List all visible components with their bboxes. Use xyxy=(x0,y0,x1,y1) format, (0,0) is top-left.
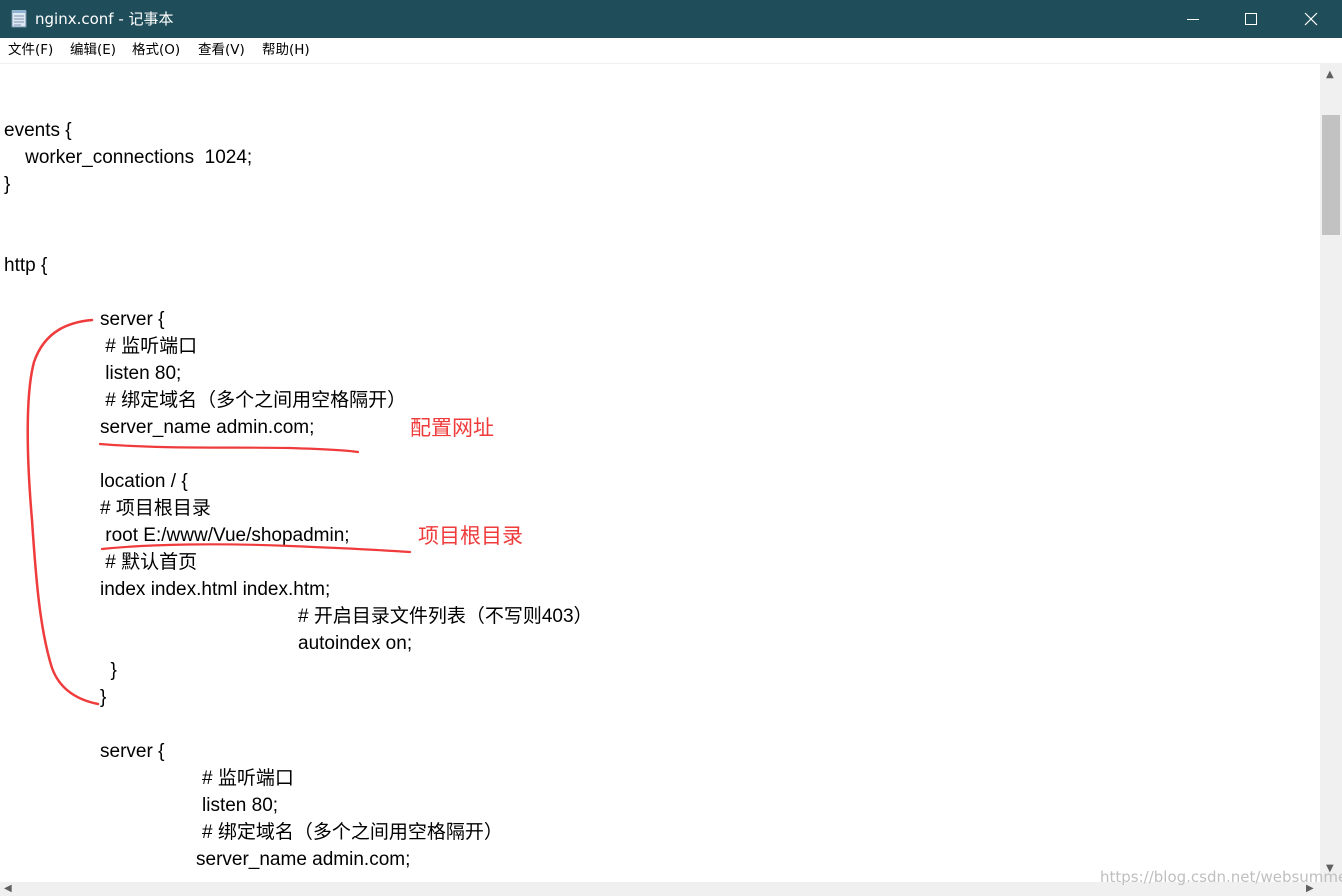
code-line: # 项目根目录 xyxy=(100,498,211,519)
text-editor[interactable]: events { worker_connections 1024; } http… xyxy=(0,64,1320,882)
code-line: # 绑定域名（多个之间用空格隔开） xyxy=(100,390,407,411)
scroll-up-icon[interactable]: ▲ xyxy=(1326,68,1334,82)
menu-format[interactable]: 格式(O) xyxy=(132,41,180,60)
code-line: listen 80; xyxy=(202,795,279,816)
code-line: listen 80; xyxy=(100,363,182,384)
close-icon xyxy=(1304,12,1318,26)
watermark: https://blog.csdn.net/websummer xyxy=(1100,868,1342,886)
code-line: } xyxy=(4,174,11,195)
annotation-root-label: 项目根目录 xyxy=(418,524,523,548)
code-line: index index.html index.htm; xyxy=(100,579,331,600)
code-line: worker_connections 1024; xyxy=(4,147,253,168)
code-line: http { xyxy=(4,255,48,276)
code-line: } xyxy=(100,687,107,708)
maximize-button[interactable] xyxy=(1222,0,1280,38)
annotation-site-label: 配置网址 xyxy=(410,416,494,440)
code-line: } xyxy=(100,660,117,681)
menu-view[interactable]: 查看(V) xyxy=(198,41,245,60)
code-line: # 绑定域名（多个之间用空格隔开） xyxy=(202,822,503,843)
maximize-icon xyxy=(1245,13,1257,25)
menu-bar: 文件(F) 编辑(E) 格式(O) 查看(V) 帮助(H) xyxy=(0,38,1342,64)
code-line: server { xyxy=(100,309,165,330)
code-line: server_name admin.com; xyxy=(100,417,315,438)
code-line: server_name admin.com; xyxy=(196,849,411,870)
notepad-icon xyxy=(11,9,27,28)
code-line: location / { xyxy=(100,471,188,492)
window-title: nginx.conf - 记事本 xyxy=(35,10,174,28)
scroll-left-icon[interactable]: ◀ xyxy=(4,882,12,896)
menu-edit[interactable]: 编辑(E) xyxy=(70,41,116,60)
code-line: autoindex on; xyxy=(298,633,413,654)
menu-help[interactable]: 帮助(H) xyxy=(262,41,310,60)
menu-file[interactable]: 文件(F) xyxy=(8,41,53,60)
code-line: # 默认首页 xyxy=(100,552,198,573)
code-line: root E:/www/Vue/shopadmin; xyxy=(100,525,350,546)
code-line: # 监听端口 xyxy=(202,768,294,789)
title-bar[interactable]: nginx.conf - 记事本 xyxy=(0,0,1342,38)
code-line: server { xyxy=(100,741,165,762)
minimize-button[interactable] xyxy=(1164,0,1222,38)
close-button[interactable] xyxy=(1282,0,1340,38)
minimize-icon xyxy=(1187,19,1199,20)
vertical-scroll-thumb[interactable] xyxy=(1322,115,1340,235)
code-line: # 监听端口 xyxy=(100,336,198,357)
code-line: events { xyxy=(4,120,72,141)
code-line: # 开启目录文件列表（不写则403） xyxy=(298,606,593,627)
